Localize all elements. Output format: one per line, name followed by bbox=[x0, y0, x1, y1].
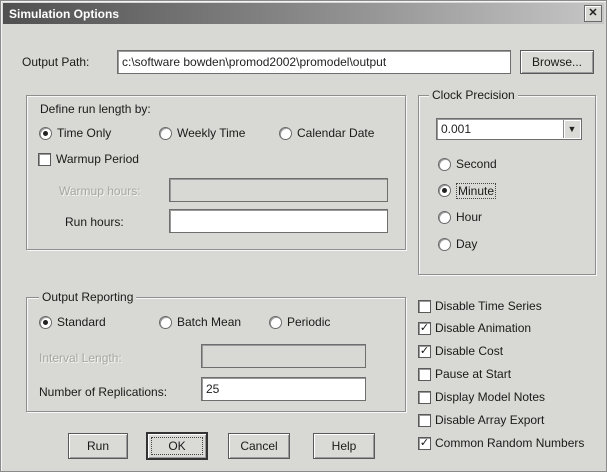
time-only-label: Time Only bbox=[57, 126, 112, 140]
radio-batch-mean[interactable] bbox=[159, 316, 172, 329]
ok-button[interactable]: OK bbox=[146, 432, 208, 460]
disable-animation-label: Disable Animation bbox=[435, 321, 532, 335]
pause-at-start-label: Pause at Start bbox=[435, 367, 512, 381]
replications-input[interactable]: 25 bbox=[201, 377, 366, 401]
clock-precision-select[interactable]: 0.001 ▼ bbox=[436, 118, 582, 140]
disable-time-series-checkbox[interactable] bbox=[418, 300, 431, 313]
pause-at-start-checkbox[interactable] bbox=[418, 368, 431, 381]
radio-day[interactable] bbox=[438, 238, 451, 251]
disable-cost-label: Disable Cost bbox=[435, 344, 504, 358]
standard-label: Standard bbox=[57, 315, 106, 329]
close-icon[interactable]: ✕ bbox=[584, 5, 602, 22]
batch-mean-label: Batch Mean bbox=[177, 315, 242, 329]
clock-precision-value: 0.001 bbox=[441, 122, 472, 136]
radio-time-only[interactable] bbox=[39, 127, 52, 140]
warmup-period-checkbox[interactable] bbox=[38, 153, 51, 166]
title-bar: Simulation Options ✕ bbox=[3, 3, 604, 24]
output-path-input[interactable]: c:\software bowden\promod2002\promodel\o… bbox=[117, 50, 511, 74]
run-length-legend: Define run length by: bbox=[37, 102, 154, 116]
calendar-date-label: Calendar Date bbox=[297, 126, 375, 140]
chevron-down-icon[interactable]: ▼ bbox=[563, 120, 580, 138]
radio-standard[interactable] bbox=[39, 316, 52, 329]
common-random-numbers-checkbox[interactable]: ✓ bbox=[418, 437, 431, 450]
periodic-label: Periodic bbox=[287, 315, 331, 329]
ok-focus-ring bbox=[151, 437, 203, 455]
minute-label: Minute bbox=[456, 183, 497, 199]
common-random-numbers-label: Common Random Numbers bbox=[435, 436, 585, 450]
day-label: Day bbox=[456, 237, 478, 251]
cancel-button[interactable]: Cancel bbox=[228, 433, 290, 459]
simulation-options-dialog: Simulation Options ✕ Output Path: c:\sof… bbox=[0, 0, 607, 472]
warmup-hours-input[interactable] bbox=[169, 178, 388, 202]
browse-button[interactable]: Browse... bbox=[520, 50, 594, 74]
weekly-time-label: Weekly Time bbox=[177, 126, 246, 140]
radio-weekly-time[interactable] bbox=[159, 127, 172, 140]
disable-array-export-checkbox[interactable] bbox=[418, 414, 431, 427]
replications-label: Number of Replications: bbox=[39, 385, 168, 399]
radio-hour[interactable] bbox=[438, 211, 451, 224]
radio-calendar-date[interactable] bbox=[279, 127, 292, 140]
window-title: Simulation Options bbox=[9, 7, 119, 21]
output-reporting-legend: Output Reporting bbox=[39, 290, 137, 304]
hour-label: Hour bbox=[456, 210, 483, 224]
output-path-label: Output Path: bbox=[22, 55, 90, 69]
radio-second[interactable] bbox=[438, 158, 451, 171]
help-button[interactable]: Help bbox=[313, 433, 375, 459]
run-button[interactable]: Run bbox=[68, 433, 128, 459]
display-model-notes-checkbox[interactable] bbox=[418, 391, 431, 404]
second-label: Second bbox=[456, 157, 497, 171]
clock-precision-legend: Clock Precision bbox=[429, 88, 518, 102]
run-hours-input[interactable] bbox=[169, 209, 388, 233]
interval-length-label: Interval Length: bbox=[39, 351, 122, 365]
radio-periodic[interactable] bbox=[269, 316, 282, 329]
disable-animation-checkbox[interactable]: ✓ bbox=[418, 322, 431, 335]
interval-length-input[interactable] bbox=[201, 344, 366, 368]
disable-cost-checkbox[interactable]: ✓ bbox=[418, 345, 431, 358]
radio-minute[interactable] bbox=[438, 184, 451, 197]
display-model-notes-label: Display Model Notes bbox=[435, 390, 546, 404]
warmup-hours-label: Warmup hours: bbox=[59, 184, 141, 198]
warmup-period-label: Warmup Period bbox=[56, 152, 139, 166]
disable-time-series-label: Disable Time Series bbox=[435, 299, 542, 313]
disable-array-export-label: Disable Array Export bbox=[435, 413, 545, 427]
run-hours-label: Run hours: bbox=[65, 215, 124, 229]
